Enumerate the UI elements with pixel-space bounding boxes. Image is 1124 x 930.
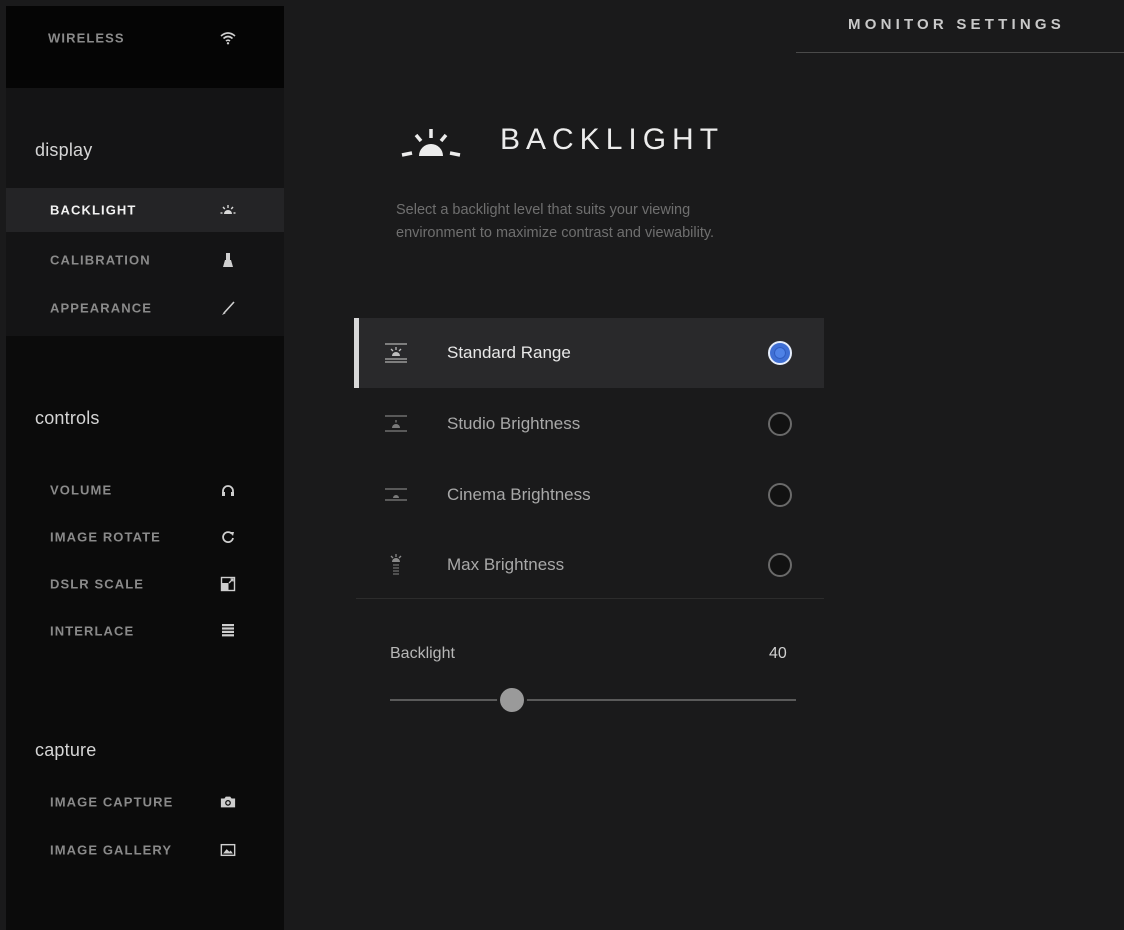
option-max-brightness[interactable]: Max Brightness — [354, 530, 824, 600]
sidebar-item-image-rotate[interactable]: IMAGE ROTATE — [6, 515, 284, 559]
display-section: display BACKLIGHT CALIBRATION APPEARANCE — [6, 88, 284, 336]
scale-icon — [219, 575, 237, 593]
sidebar-item-label: IMAGE ROTATE — [50, 529, 161, 545]
header-divider — [796, 52, 1124, 53]
sidebar-item-label: WIRELESS — [48, 30, 125, 46]
brush-icon — [219, 299, 237, 317]
sidebar-item-image-gallery[interactable]: IMAGE GALLERY — [6, 828, 284, 872]
option-cinema-brightness[interactable]: Cinema Brightness — [354, 460, 824, 530]
sidebar: WIRELESS display BACKLIGHT CALIBRATION A… — [6, 6, 284, 930]
rotate-icon — [219, 528, 237, 546]
sidebar-item-label: BACKLIGHT — [50, 202, 137, 218]
slider-track — [390, 699, 796, 701]
slider-thumb[interactable] — [497, 689, 527, 711]
sidebar-item-label: IMAGE CAPTURE — [50, 794, 174, 810]
sidebar-item-volume[interactable]: VOLUME — [6, 468, 284, 512]
sidebar-item-label: INTERLACE — [50, 623, 135, 639]
option-label: Standard Range — [447, 343, 571, 362]
sidebar-item-label: IMAGE GALLERY — [50, 842, 173, 858]
panel-description: Select a backlight level that suits your… — [396, 202, 715, 241]
option-label: Cinema Brightness — [447, 485, 591, 504]
standard-range-icon — [384, 342, 408, 364]
section-title-capture: capture — [35, 740, 97, 760]
sidebar-item-label: VOLUME — [50, 482, 113, 498]
wireless-block: WIRELESS — [6, 6, 284, 88]
radio-selected[interactable] — [768, 341, 792, 365]
studio-brightness-icon — [384, 413, 408, 435]
max-brightness-icon — [384, 554, 408, 576]
option-label: Max Brightness — [447, 555, 565, 574]
backlight-icon — [219, 201, 237, 219]
backlight-slider-label: Backlight — [390, 645, 455, 662]
radio-unselected[interactable] — [768, 553, 792, 577]
sidebar-item-label: CALIBRATION — [50, 252, 151, 268]
divider — [356, 598, 824, 599]
sidebar-item-label: APPEARANCE — [50, 300, 153, 316]
page-title: MONITOR SETTINGS — [848, 16, 1065, 33]
option-standard-range[interactable]: Standard Range — [354, 318, 824, 388]
sidebar-item-calibration[interactable]: CALIBRATION — [6, 238, 284, 282]
sidebar-item-backlight[interactable]: BACKLIGHT — [6, 188, 284, 232]
calibration-probe-icon — [219, 251, 237, 269]
section-title-controls: controls — [35, 408, 100, 428]
sidebar-item-dslr-scale[interactable]: DSLR SCALE — [6, 562, 284, 606]
camera-icon — [219, 793, 237, 811]
sidebar-item-label: DSLR SCALE — [50, 576, 145, 592]
headphones-icon — [219, 481, 237, 499]
radio-unselected[interactable] — [768, 412, 792, 436]
sidebar-item-image-capture[interactable]: IMAGE CAPTURE — [6, 780, 284, 824]
cinema-brightness-icon — [384, 484, 408, 506]
section-title-display: display — [35, 140, 93, 160]
option-label: Studio Brightness — [447, 414, 581, 433]
radio-unselected[interactable] — [768, 483, 792, 507]
backlight-icon — [400, 126, 462, 162]
gallery-icon — [219, 841, 237, 859]
sidebar-item-appearance[interactable]: APPEARANCE — [6, 286, 284, 330]
option-studio-brightness[interactable]: Studio Brightness — [354, 389, 824, 459]
panel-title: BACKLIGHT — [500, 123, 725, 156]
backlight-slider[interactable] — [390, 689, 796, 711]
sidebar-item-interlace[interactable]: INTERLACE — [6, 609, 284, 653]
interlace-icon — [219, 622, 237, 640]
backlight-slider-value: 40 — [769, 645, 787, 662]
sidebar-item-wireless[interactable]: WIRELESS — [6, 16, 284, 60]
wifi-icon — [219, 29, 237, 47]
